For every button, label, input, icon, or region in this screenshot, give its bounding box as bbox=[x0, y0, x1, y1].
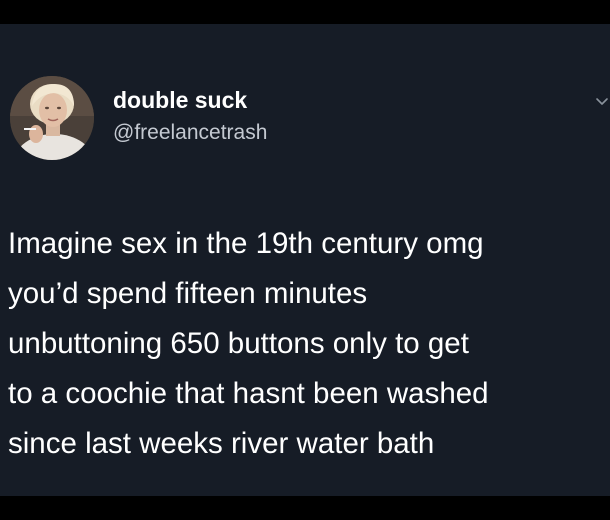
author-handle[interactable]: @freelancetrash bbox=[113, 121, 267, 145]
screenshot-frame: double suck @freelancetrash Imagine sex … bbox=[0, 0, 610, 520]
author-display-name[interactable]: double suck bbox=[113, 87, 247, 114]
tweet-text-line: Imagine sex in the 19th century omg bbox=[8, 227, 484, 260]
chevron-down-icon[interactable] bbox=[594, 94, 610, 108]
profile-photo-icon bbox=[10, 76, 94, 160]
tweet-text: Imagine sex in the 19th century omg you’… bbox=[8, 219, 604, 469]
tweet-text-line: since last weeks river water bath bbox=[8, 427, 435, 460]
tweet-text-line: unbuttoning 650 buttons only to get bbox=[8, 327, 469, 360]
tweet-text-line: to a coochie that hasnt been washed bbox=[8, 377, 489, 410]
tweet-card[interactable]: double suck @freelancetrash Imagine sex … bbox=[0, 24, 610, 496]
tweet-text-line: you’d spend fifteen minutes bbox=[8, 277, 368, 310]
avatar[interactable] bbox=[10, 76, 94, 160]
